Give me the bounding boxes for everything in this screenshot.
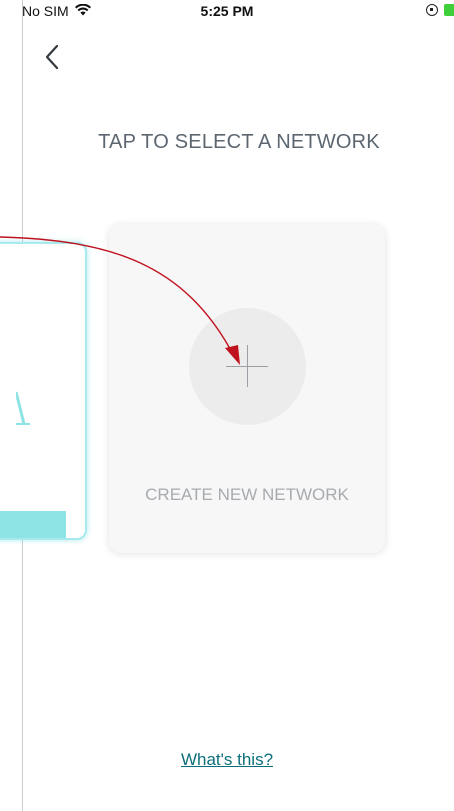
add-network-circle[interactable] [189, 308, 306, 425]
whats-this-link[interactable]: What's this? [0, 750, 454, 770]
card-accent-band [0, 511, 66, 538]
chevron-left-icon [45, 44, 59, 70]
orientation-lock-icon [426, 4, 438, 16]
battery-icon [444, 4, 454, 16]
existing-network-card[interactable] [0, 242, 87, 540]
network-glyph-icon [16, 391, 30, 425]
page-title: TAP TO SELECT A NETWORK [98, 131, 380, 153]
create-network-card[interactable]: CREATE NEW NETWORK [109, 224, 385, 553]
status-bar: No SIM 5:25 PM [0, 0, 454, 22]
clock: 5:25 PM [200, 3, 254, 19]
back-button[interactable] [40, 42, 66, 72]
status-right [426, 4, 454, 16]
create-network-label: CREATE NEW NETWORK [145, 485, 349, 504]
